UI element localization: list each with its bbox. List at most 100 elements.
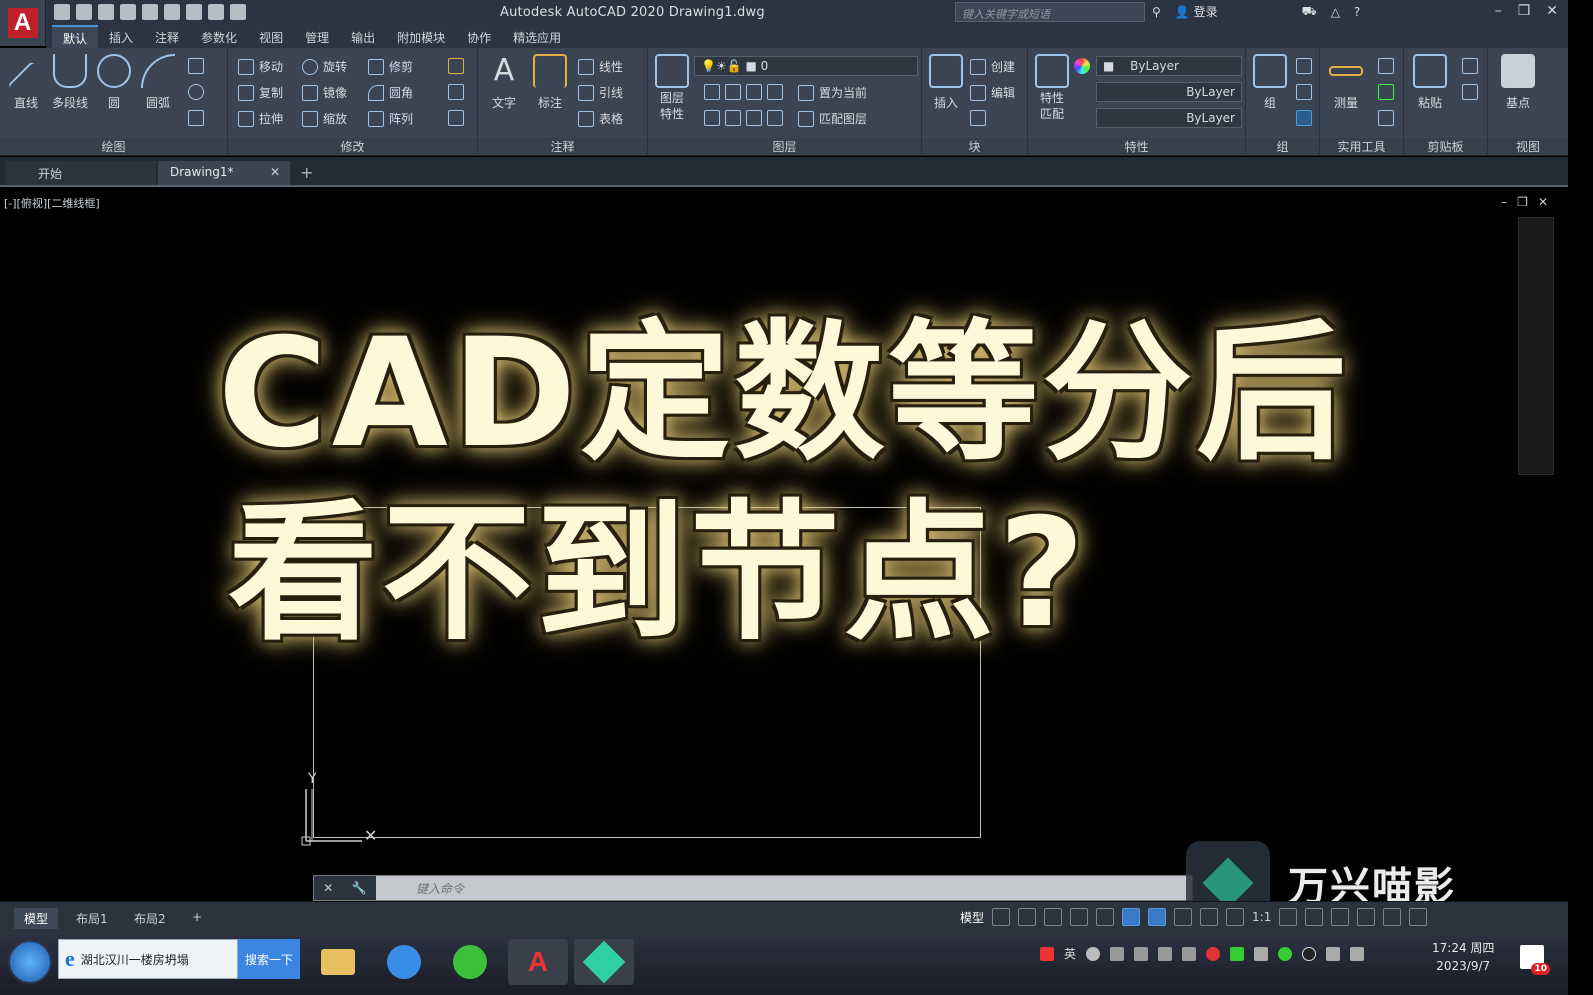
open-icon[interactable] <box>76 4 92 20</box>
model-space-button[interactable]: 模型 <box>960 909 984 926</box>
close-icon[interactable]: ✕ <box>1546 3 1558 19</box>
color-wheel-button[interactable] <box>1074 58 1090 74</box>
network-icon[interactable] <box>1350 946 1365 961</box>
layer-unisolate-icon[interactable] <box>725 110 741 126</box>
help-icon[interactable]: ? <box>1354 5 1360 19</box>
add-layout-icon[interactable]: + <box>182 908 212 926</box>
tab-start[interactable]: 开始 <box>6 161 156 185</box>
edit-block-button[interactable]: 编辑 <box>970 84 1015 101</box>
photo-icon[interactable] <box>1254 946 1269 961</box>
table-button[interactable]: 表格 <box>578 110 623 127</box>
line-button[interactable]: 直线 <box>4 54 56 111</box>
annotation-visibility-icon[interactable] <box>1200 908 1219 926</box>
hatch-button[interactable] <box>188 110 204 126</box>
print-icon[interactable] <box>186 4 202 20</box>
tab-layout2[interactable]: 布局2 <box>124 908 176 929</box>
layer-unlock-icon[interactable] <box>767 110 783 126</box>
copy-clip-button[interactable] <box>1462 84 1478 100</box>
ortho-icon[interactable] <box>1044 908 1063 926</box>
grid-icon[interactable] <box>992 908 1011 926</box>
block-attributes-button[interactable] <box>970 110 986 126</box>
panel-title-draw[interactable]: 绘图 <box>0 138 227 154</box>
ime-mode[interactable]: 英 <box>1064 945 1076 962</box>
group-button[interactable]: 组 <box>1248 54 1292 111</box>
taskbar-file-explorer-icon[interactable] <box>308 939 368 985</box>
cut-button[interactable] <box>1462 58 1478 74</box>
customization-menu-icon[interactable] <box>1409 908 1428 926</box>
polyline-button[interactable]: 多段线 <box>48 54 92 111</box>
scale-button[interactable]: 缩放 <box>302 110 347 127</box>
panel-title-layers[interactable]: 图层 <box>648 138 921 154</box>
trim-button[interactable]: 修剪 <box>368 58 413 75</box>
offset-button[interactable] <box>448 110 464 126</box>
explode-button[interactable] <box>448 84 464 100</box>
insert-button[interactable]: 插入 <box>924 54 968 111</box>
publish-icon[interactable] <box>142 4 158 20</box>
tools-icon[interactable] <box>1158 946 1173 961</box>
move-button[interactable]: 移动 <box>238 58 283 75</box>
annotation-monitor-icon[interactable] <box>1305 908 1324 926</box>
layer-on-icon[interactable] <box>704 110 720 126</box>
create-block-button[interactable]: 创建 <box>970 58 1015 75</box>
start-button[interactable] <box>8 940 52 984</box>
panel-title-block[interactable]: 块 <box>922 138 1027 154</box>
undo-icon[interactable] <box>208 4 224 20</box>
layer-freeze-icon[interactable] <box>746 84 762 100</box>
search-input[interactable]: 键入关键字或短语 <box>955 2 1145 22</box>
taskbar-360-browser-icon[interactable] <box>440 939 500 985</box>
viewport-restore-icon[interactable]: ❐ <box>1517 195 1528 209</box>
drawing-area[interactable]: [-][俯视][二维线框] – ❐ ✕ Y ✕ CAD定数等分后 看不到节点? … <box>0 189 1568 925</box>
volume-muted-icon[interactable] <box>1326 946 1341 961</box>
tab-featured-apps[interactable]: 精选应用 <box>502 26 572 49</box>
viewport-close-icon[interactable]: ✕ <box>1538 195 1548 209</box>
circle-button[interactable]: 圆 <box>92 54 136 111</box>
rectangle-button[interactable] <box>188 58 204 74</box>
snap-icon[interactable] <box>1018 908 1037 926</box>
moon-icon[interactable] <box>1086 946 1101 961</box>
tab-insert[interactable]: 插入 <box>98 26 144 49</box>
panel-title-view[interactable]: 视图 <box>1488 138 1568 154</box>
set-current-button[interactable]: 置为当前 <box>798 84 867 101</box>
panel-title-properties[interactable]: 特性 <box>1028 138 1245 154</box>
tab-default[interactable]: 默认 <box>52 24 99 50</box>
command-wrench-icon[interactable]: 🔧 <box>352 881 367 895</box>
save-as-icon[interactable] <box>120 4 136 20</box>
tab-layout1[interactable]: 布局1 <box>66 908 118 929</box>
user-icon[interactable] <box>1134 946 1149 961</box>
tab-drawing1[interactable]: Drawing1* ✕ <box>158 161 290 185</box>
share-icon[interactable]: △ <box>1331 5 1340 19</box>
tab-model[interactable]: 模型 <box>14 908 59 929</box>
cart-icon[interactable]: ⛟ <box>1302 4 1317 20</box>
expand-icon[interactable] <box>1182 946 1197 961</box>
linear-button[interactable]: 线性 <box>578 58 623 75</box>
leader-button[interactable]: 引线 <box>578 84 623 101</box>
select-all-button[interactable] <box>1378 84 1394 100</box>
ie-search-box[interactable]: e 湖北汉川一楼房坍塌 <box>58 939 238 979</box>
group-edit-button[interactable] <box>1296 84 1312 100</box>
tab-manage[interactable]: 管理 <box>294 26 340 49</box>
panel-title-modify[interactable]: 修改 <box>228 138 477 154</box>
lineweight-toggle-icon[interactable] <box>1174 908 1193 926</box>
panel-title-utilities[interactable]: 实用工具 <box>1320 138 1403 154</box>
measure-button[interactable]: 测量 <box>1324 54 1368 111</box>
linetype-dropdown[interactable]: ByLayer <box>1096 82 1242 102</box>
close-tab-icon[interactable]: ✕ <box>270 165 280 179</box>
panel-title-clipboard[interactable]: 剪贴板 <box>1404 138 1487 154</box>
ungroup-button[interactable] <box>1296 58 1312 74</box>
layer-properties-button[interactable]: 图层 特性 <box>650 54 694 122</box>
text-button[interactable]: A 文字 <box>482 54 526 111</box>
new-icon[interactable] <box>54 4 70 20</box>
tab-collaborate[interactable]: 协作 <box>456 26 502 49</box>
binoculars-icon[interactable]: ⚲ <box>1152 5 1161 19</box>
annotation-scale[interactable]: 1:1 <box>1252 910 1271 924</box>
command-prompt[interactable]: 键入命令 <box>376 880 464 897</box>
erase-button[interactable] <box>448 58 464 74</box>
quick-select-button[interactable] <box>1378 58 1394 74</box>
plot-icon[interactable] <box>164 4 180 20</box>
clean-screen-icon[interactable] <box>1383 908 1402 926</box>
taskbar-browser-icon[interactable] <box>374 939 434 985</box>
arc-button[interactable]: 圆弧 <box>136 54 180 111</box>
paste-button[interactable]: 粘贴 <box>1408 54 1452 111</box>
taskbar-filmora-icon[interactable] <box>574 939 634 985</box>
keyboard-icon[interactable] <box>1110 946 1125 961</box>
